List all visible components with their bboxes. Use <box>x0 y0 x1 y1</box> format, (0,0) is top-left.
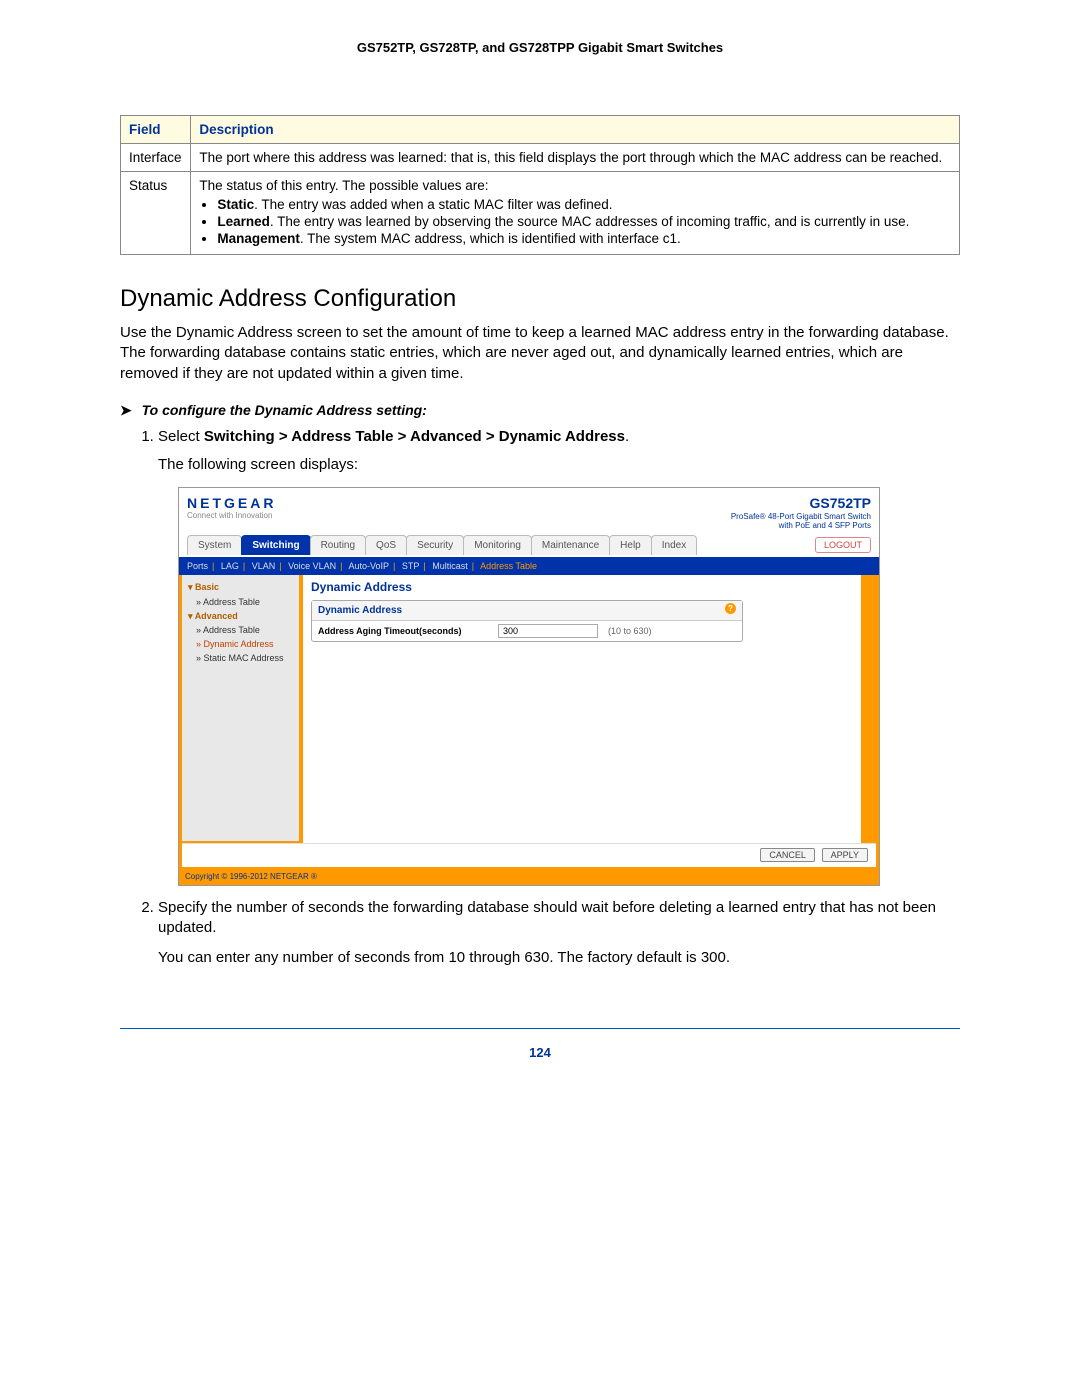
help-icon[interactable]: ? <box>725 603 736 614</box>
tab-qos[interactable]: QoS <box>365 535 407 556</box>
field-description-table: Field Description Interface The port whe… <box>120 115 960 255</box>
sidemenu-advanced[interactable]: ▾ Advanced <box>188 610 293 622</box>
subnav-stp[interactable]: STP <box>402 561 420 571</box>
cell-desc: The port where this address was learned:… <box>191 144 960 172</box>
step-1: Select Switching > Address Table > Advan… <box>158 427 960 886</box>
tab-maintenance[interactable]: Maintenance <box>531 535 610 556</box>
th-field: Field <box>121 116 191 144</box>
product-info: GS752TP ProSafe® 48-Port Gigabit Smart S… <box>731 494 871 530</box>
subnav-address-table[interactable]: Address Table <box>480 561 537 571</box>
tab-index[interactable]: Index <box>651 535 697 556</box>
subnav-lag[interactable]: LAG <box>221 561 239 571</box>
subnav-ports[interactable]: Ports <box>187 561 208 571</box>
cancel-button[interactable]: CANCEL <box>760 848 815 862</box>
arrow-icon: ➤ <box>120 402 132 418</box>
tab-switching[interactable]: Switching <box>241 535 310 556</box>
sidemenu-dynamic-address[interactable]: » Dynamic Address <box>196 638 293 650</box>
panel-header: Dynamic Address ? <box>312 601 742 622</box>
step-2: Specify the number of seconds the forwar… <box>158 898 960 969</box>
status-intro: The status of this entry. The possible v… <box>199 178 488 193</box>
screenshot-copyright: Copyright © 1996-2012 NETGEAR ® <box>179 870 879 885</box>
apply-button[interactable]: APPLY <box>822 848 868 862</box>
sub-navigation: Ports| LAG| VLAN| Voice VLAN| Auto-VoIP|… <box>179 557 879 575</box>
subnav-voice-vlan[interactable]: Voice VLAN <box>288 561 336 571</box>
document-header: GS752TP, GS728TP, and GS728TPP Gigabit S… <box>120 40 960 55</box>
aging-timeout-input[interactable] <box>498 624 598 638</box>
status-bullet: Management. The system MAC address, whic… <box>217 231 951 246</box>
tab-system[interactable]: System <box>187 535 242 556</box>
tab-monitoring[interactable]: Monitoring <box>463 535 532 556</box>
side-menu: ▾ Basic » Address Table ▾ Advanced » Add… <box>182 575 299 841</box>
content-title: Dynamic Address <box>303 575 861 599</box>
tab-routing[interactable]: Routing <box>310 535 366 556</box>
logo-tagline: Connect with Innovation <box>187 511 272 522</box>
page-number: 124 <box>120 1028 960 1060</box>
section-heading: Dynamic Address Configuration <box>120 285 960 313</box>
app-screenshot: NETGEAR GS752TP ProSafe® 48-Port Gigabit… <box>178 487 880 885</box>
step-1-after: The following screen displays: <box>158 455 960 475</box>
section-intro: Use the Dynamic Address screen to set th… <box>120 323 960 384</box>
procedure-heading: ➤ To configure the Dynamic Address setti… <box>120 402 960 419</box>
cell-desc: The status of this entry. The possible v… <box>191 172 960 255</box>
status-bullet: Learned. The entry was learned by observ… <box>217 214 951 229</box>
aging-timeout-label: Address Aging Timeout(seconds) <box>318 625 498 637</box>
tab-help[interactable]: Help <box>609 535 652 556</box>
sidemenu-static-mac[interactable]: » Static MAC Address <box>196 652 293 664</box>
content-area: Dynamic Address Dynamic Address ? Addres… <box>303 575 861 843</box>
sidemenu-address-table[interactable]: » Address Table <box>196 596 293 608</box>
tab-security[interactable]: Security <box>406 535 464 556</box>
aging-timeout-range: (10 to 630) <box>608 625 652 637</box>
th-description: Description <box>191 116 960 144</box>
cell-field: Interface <box>121 144 191 172</box>
subnav-auto-voip[interactable]: Auto-VoIP <box>349 561 390 571</box>
dynamic-address-panel: Dynamic Address ? Address Aging Timeout(… <box>311 600 743 643</box>
sidemenu-basic[interactable]: ▾ Basic <box>188 581 293 593</box>
step-2-after: You can enter any number of seconds from… <box>158 948 960 968</box>
logout-button[interactable]: LOGOUT <box>815 537 871 553</box>
cell-field: Status <box>121 172 191 255</box>
sidemenu-adv-address-table[interactable]: » Address Table <box>196 624 293 636</box>
subnav-vlan[interactable]: VLAN <box>252 561 276 571</box>
subnav-multicast[interactable]: Multicast <box>432 561 468 571</box>
status-bullet: Static. The entry was added when a stati… <box>217 197 951 212</box>
